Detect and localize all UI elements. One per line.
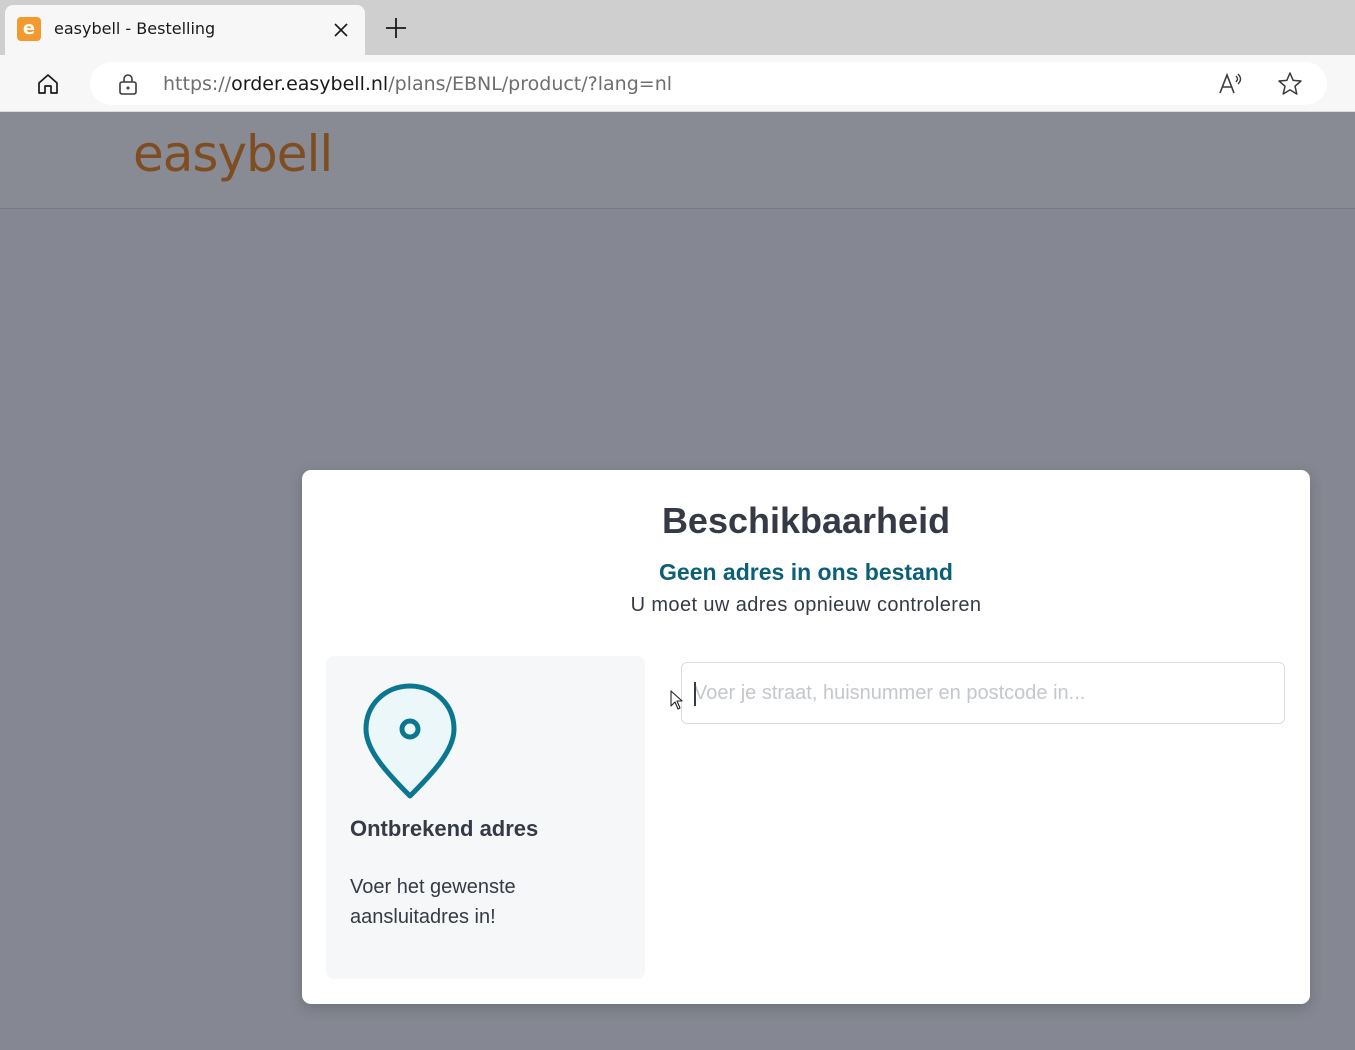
mouse-cursor-icon: [670, 690, 683, 710]
browser-toolbar: https://order.easybell.nl/plans/EBNL/pro…: [0, 55, 1355, 112]
plus-icon: [386, 18, 406, 38]
availability-modal: Beschikbaarheid Geen adres in ons bestan…: [302, 470, 1310, 1004]
lock-icon[interactable]: [117, 72, 139, 96]
missing-address-card: Ontbrekend adres Voer het gewenste aansl…: [326, 656, 645, 979]
browser-tab-bar: e easybell - Bestelling: [0, 0, 1355, 55]
site-header: easybell: [0, 112, 1355, 209]
site-favicon-icon: e: [17, 17, 41, 41]
modal-subtitle: Geen adres in ons bestand: [659, 559, 953, 585]
tab-title: easybell - Bestelling: [54, 19, 216, 38]
text-caret: [694, 682, 696, 706]
card-text: Voer het gewenste aansluitadres in!: [350, 876, 516, 928]
card-title: Ontbrekend adres: [350, 816, 539, 841]
url-path: /plans/EBNL/product/?lang=nl: [388, 73, 673, 95]
url-host: order.easybell.nl: [231, 73, 389, 95]
url-scheme: https://: [163, 73, 232, 95]
easybell-logo[interactable]: easybell: [133, 129, 333, 179]
modal-title: Beschikbaarheid: [661, 500, 951, 541]
favorite-button[interactable]: [1276, 71, 1304, 97]
close-icon: [334, 23, 348, 37]
address-bar[interactable]: https://order.easybell.nl/plans/EBNL/pro…: [90, 62, 1327, 105]
map-pin-icon: [363, 683, 457, 799]
home-icon: [38, 74, 58, 94]
url-text[interactable]: https://order.easybell.nl/plans/EBNL/pro…: [163, 73, 672, 95]
browser-tab[interactable]: e easybell - Bestelling: [5, 5, 365, 55]
read-aloud-button[interactable]: [1217, 71, 1245, 97]
address-search-input[interactable]: [681, 662, 1285, 724]
close-tab-button[interactable]: [330, 19, 352, 41]
new-tab-button[interactable]: [380, 12, 412, 44]
read-aloud-icon: [1219, 72, 1242, 94]
modal-description: U moet uw adres opnieuw controleren: [630, 594, 982, 616]
star-icon: [1278, 72, 1302, 95]
home-button[interactable]: [32, 68, 64, 100]
